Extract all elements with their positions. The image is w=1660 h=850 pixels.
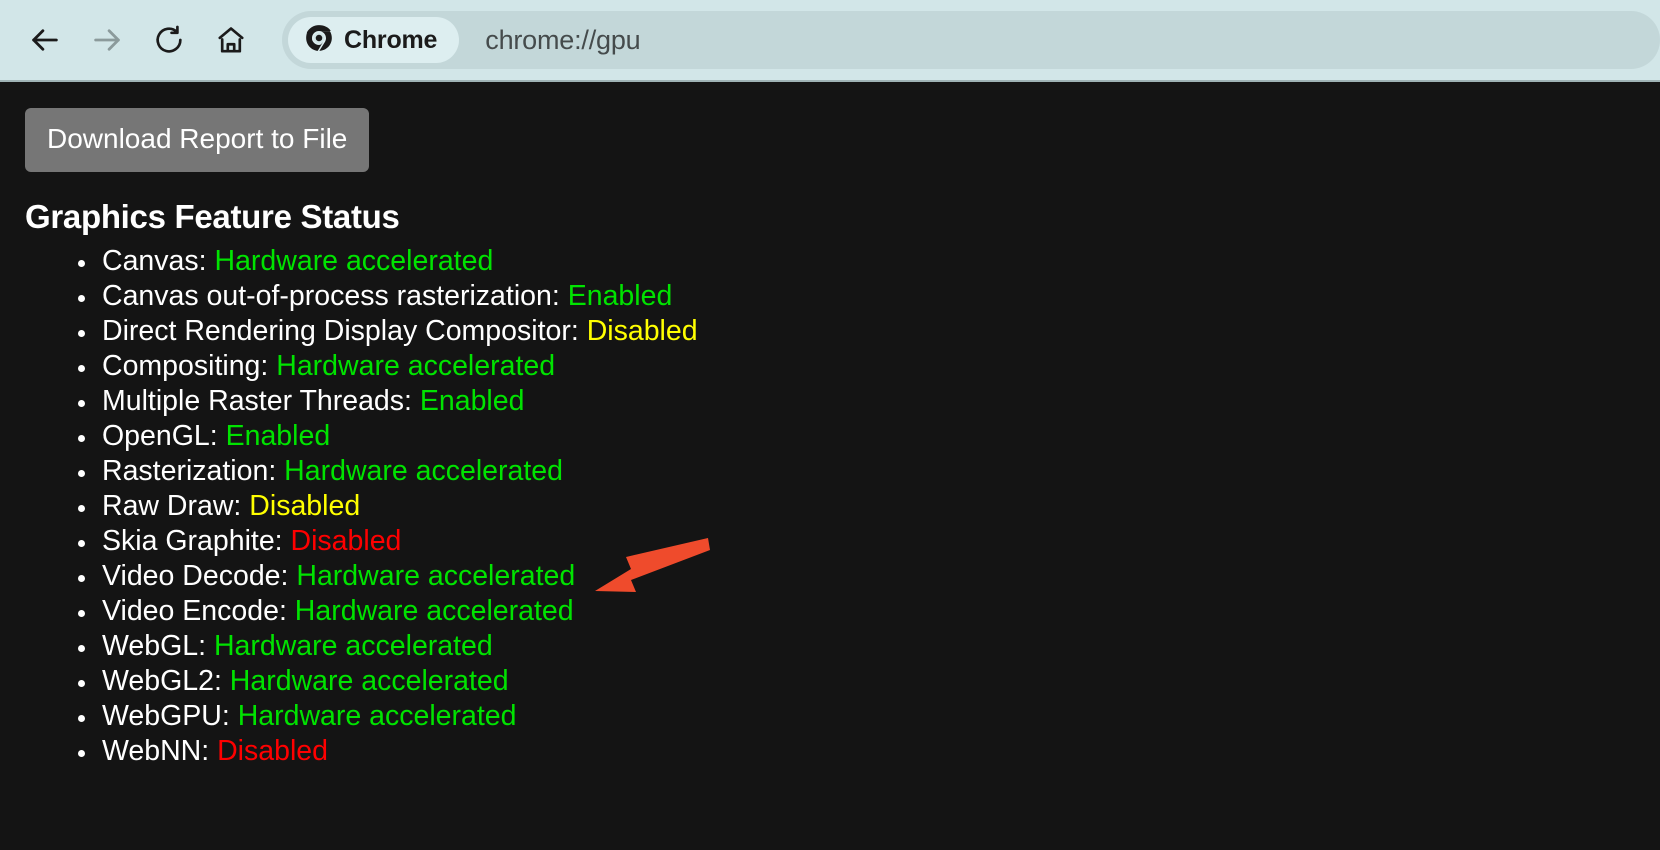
feature-status-label: Raw Draw: <box>102 490 242 522</box>
feature-status-item: Multiple Raster Threads: Enabled <box>25 384 1660 419</box>
feature-status-item: Canvas out-of-process rasterization: Ena… <box>25 279 1660 314</box>
feature-status-value: Hardware accelerated <box>276 350 556 382</box>
chrome-scope-chip-label: Chrome <box>344 25 438 54</box>
reload-button[interactable] <box>138 9 200 71</box>
feature-status-label: Direct Rendering Display Compositor: <box>102 315 579 347</box>
forward-arrow-icon <box>90 23 124 57</box>
feature-status-label: WebGL2: <box>102 665 222 697</box>
feature-status-item: WebNN: Disabled <box>25 734 1660 769</box>
feature-status-item: Video Encode: Hardware accelerated <box>25 594 1660 629</box>
feature-status-item: Compositing: Hardware accelerated <box>25 349 1660 384</box>
feature-status-value: Hardware accelerated <box>296 560 576 592</box>
feature-status-value: Enabled <box>567 280 673 312</box>
download-report-button[interactable]: Download Report to File <box>25 108 370 172</box>
feature-status-label: Video Decode: <box>102 560 289 592</box>
feature-status-value: Hardware accelerated <box>237 700 517 732</box>
feature-status-value: Hardware accelerated <box>213 630 493 662</box>
feature-status-label: WebNN: <box>102 735 210 767</box>
feature-status-label: Canvas: <box>102 245 207 277</box>
feature-status-item: Skia Graphite: Disabled <box>25 524 1660 559</box>
feature-status-label: Multiple Raster Threads: <box>102 385 412 417</box>
feature-status-label: Video Encode: <box>102 595 287 627</box>
feature-status-value: Hardware accelerated <box>294 595 574 627</box>
graphics-feature-status-list: Canvas: Hardware accelerated Canvas out-o… <box>25 244 1660 769</box>
feature-status-value: Hardware accelerated <box>214 245 494 277</box>
feature-status-item: Rasterization: Hardware accelerated <box>25 454 1660 489</box>
omnibox-url-text[interactable]: chrome://gpu <box>485 25 640 56</box>
feature-status-item: WebGPU: Hardware accelerated <box>25 699 1660 734</box>
feature-status-value: Enabled <box>419 385 525 417</box>
back-arrow-icon <box>28 23 62 57</box>
feature-status-value: Enabled <box>225 420 331 452</box>
feature-status-label: OpenGL: <box>102 420 218 452</box>
chrome-scope-chip[interactable]: Chrome <box>288 17 460 63</box>
reload-icon <box>153 24 185 56</box>
feature-status-value: Hardware accelerated <box>284 455 563 487</box>
feature-status-label: Canvas out-of-process rasterization: <box>102 280 560 312</box>
feature-status-item: Canvas: Hardware accelerated <box>25 244 1660 279</box>
back-button[interactable] <box>14 9 76 71</box>
feature-status-value: Disabled <box>217 735 328 767</box>
feature-status-item: Direct Rendering Display Compositor: Dis… <box>25 314 1660 349</box>
page-title: Graphics Feature Status <box>25 198 400 235</box>
feature-status-value: Disabled <box>586 315 698 347</box>
omnibox[interactable]: Chrome chrome://gpu <box>282 11 1660 69</box>
feature-status-label: WebGPU: <box>102 700 230 732</box>
feature-status-label: Compositing: <box>102 350 269 382</box>
chrome-logo-icon <box>305 24 333 57</box>
home-icon <box>215 24 247 56</box>
feature-status-item: Raw Draw: Disabled <box>25 489 1660 524</box>
feature-status-item: WebGL: Hardware accelerated <box>25 629 1660 664</box>
feature-status-label: Skia Graphite: <box>102 525 283 557</box>
forward-button[interactable] <box>76 9 138 71</box>
feature-status-value: Disabled <box>290 525 402 557</box>
gpu-page-content: Download Report to File Graphics Feature… <box>0 82 1660 850</box>
feature-status-label: WebGL: <box>102 630 207 662</box>
feature-status-item: WebGL2: Hardware accelerated <box>25 664 1660 699</box>
feature-status-value: Disabled <box>249 490 361 522</box>
feature-status-item: OpenGL: Enabled <box>25 419 1660 454</box>
home-button[interactable] <box>200 9 262 71</box>
feature-status-value: Hardware accelerated <box>229 665 509 697</box>
browser-toolbar: Chrome chrome://gpu <box>0 0 1660 82</box>
feature-status-item: Video Decode: Hardware accelerated <box>25 559 1660 594</box>
feature-status-label: Rasterization: <box>102 455 277 487</box>
